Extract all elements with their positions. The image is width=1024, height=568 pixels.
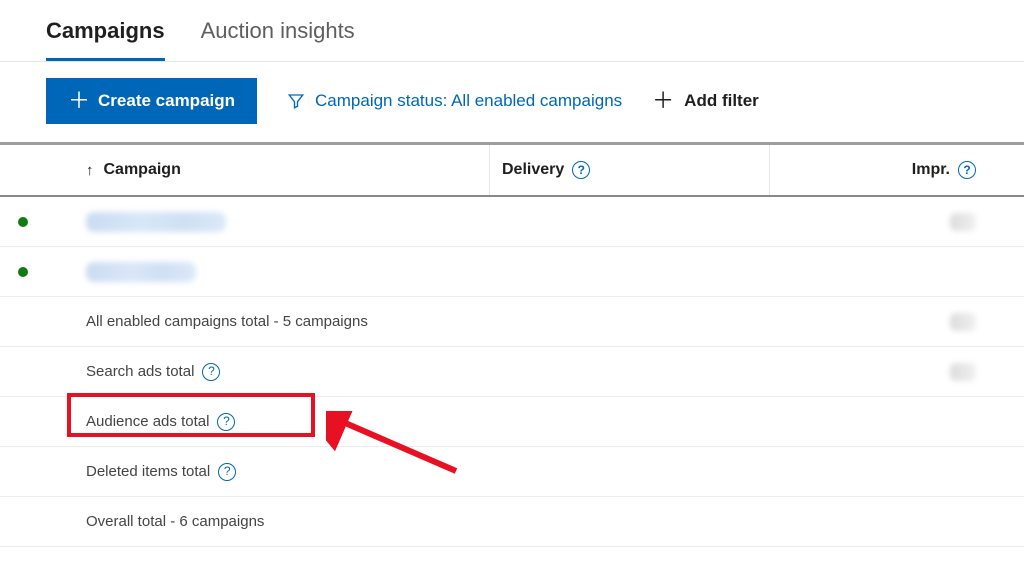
status-dot-enabled — [18, 217, 28, 227]
row-enabled-total: All enabled campaigns total - 5 campaign… — [0, 297, 1024, 347]
help-icon[interactable]: ? — [218, 463, 236, 481]
table-row[interactable] — [0, 247, 1024, 297]
toolbar: ＋ Create campaign Campaign status: All e… — [0, 62, 1024, 142]
tab-auction-insights[interactable]: Auction insights — [201, 18, 355, 61]
column-impr[interactable]: Impr. ? — [770, 145, 1024, 195]
row-search-total: Search ads total ? — [0, 347, 1024, 397]
sort-asc-icon: ↑ — [86, 162, 94, 179]
redacted-text — [86, 262, 196, 282]
tabs-bar: Campaigns Auction insights — [0, 0, 1024, 62]
column-delivery[interactable]: Delivery ? — [490, 145, 770, 195]
campaign-status-filter[interactable]: Campaign status: All enabled campaigns — [287, 91, 622, 111]
create-campaign-label: Create campaign — [98, 91, 235, 111]
table-row[interactable] — [0, 197, 1024, 247]
redacted-text — [950, 213, 976, 231]
search-total-label: Search ads total — [86, 363, 194, 380]
table-header: ↑ Campaign Delivery ? Impr. ? — [0, 145, 1024, 197]
status-dot-enabled — [18, 267, 28, 277]
column-campaign[interactable]: ↑ Campaign — [0, 145, 490, 195]
help-icon[interactable]: ? — [958, 161, 976, 179]
add-filter-button[interactable]: ＋ Add filter — [652, 90, 759, 112]
help-icon[interactable]: ? — [202, 363, 220, 381]
column-delivery-label: Delivery — [502, 161, 564, 179]
create-campaign-button[interactable]: ＋ Create campaign — [46, 78, 257, 124]
campaign-status-label: Campaign status: All enabled campaigns — [315, 91, 622, 111]
redacted-text — [86, 212, 226, 232]
audience-total-label: Audience ads total — [86, 413, 209, 430]
overall-total-label: Overall total - 6 campaigns — [86, 513, 264, 530]
add-filter-label: Add filter — [684, 91, 759, 111]
funnel-icon — [287, 92, 305, 110]
help-icon[interactable]: ? — [217, 413, 235, 431]
row-overall-total: Overall total - 6 campaigns — [0, 497, 1024, 547]
tab-campaigns[interactable]: Campaigns — [46, 18, 165, 61]
row-deleted-total: Deleted items total ? — [0, 447, 1024, 497]
enabled-total-label: All enabled campaigns total - 5 campaign… — [86, 313, 368, 330]
campaigns-table: ↑ Campaign Delivery ? Impr. ? All enabl — [0, 142, 1024, 547]
column-impr-label: Impr. — [912, 161, 950, 179]
deleted-total-label: Deleted items total — [86, 463, 210, 480]
redacted-text — [950, 363, 976, 381]
help-icon[interactable]: ? — [572, 161, 590, 179]
plus-icon: ＋ — [652, 90, 674, 112]
redacted-text — [950, 313, 976, 331]
column-campaign-label: Campaign — [104, 161, 181, 179]
plus-icon: ＋ — [68, 90, 90, 112]
row-audience-total: Audience ads total ? — [0, 397, 1024, 447]
